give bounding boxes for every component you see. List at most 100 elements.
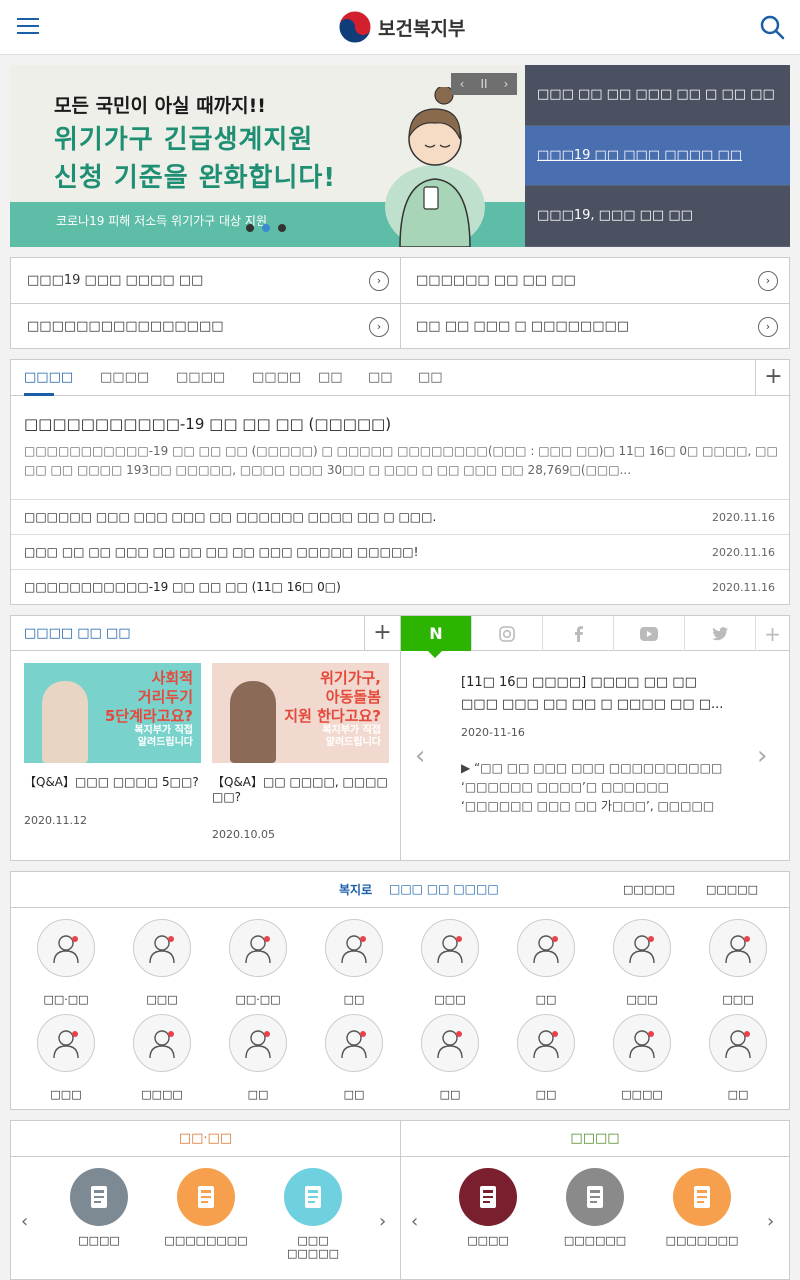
education-icon bbox=[229, 1014, 287, 1072]
sns-next-button[interactable]: › bbox=[757, 741, 767, 771]
welfare-category[interactable]: □□□□ bbox=[114, 1014, 210, 1101]
phone-icon bbox=[177, 1168, 235, 1226]
welfare-category-label: □□ bbox=[343, 1088, 365, 1101]
welfare-category-label: □□□ bbox=[722, 993, 754, 1006]
twitter-icon bbox=[712, 626, 728, 640]
thumbnail-caption: 위기가구, 아동돌봄 지원 한다고요? bbox=[284, 669, 381, 725]
news-row-title: □□□□□□ □□□ □□□ □□□ □□ □□□□□□ □□□□ □□ □ □… bbox=[24, 510, 437, 524]
video-card[interactable]: 위기가구, 아동돌봄 지원 한다고요? 복지부가 직접 알려드립니다 【Q&A】… bbox=[212, 663, 389, 841]
welfare-link[interactable]: □□□□□ bbox=[623, 883, 675, 896]
site-logo[interactable]: 보건복지부 bbox=[338, 9, 465, 45]
news-row[interactable]: □□□ □□ □□ □□□ □□ □□ □□ □□ □□□ □□□□□ □□□□… bbox=[11, 534, 789, 569]
menu-icon[interactable] bbox=[17, 16, 39, 36]
news-row[interactable]: □□□□□□□□□□□-19 □□ □□ □□ (11□ 16□ 0□) 202… bbox=[11, 569, 789, 604]
tab-news-0[interactable]: □□□□ bbox=[24, 370, 73, 385]
left-panel-next[interactable]: › bbox=[379, 1211, 386, 1232]
tab-news-5[interactable]: □□ bbox=[368, 370, 393, 385]
news-more-button[interactable]: + bbox=[755, 360, 791, 395]
video-date: 2020.10.05 bbox=[212, 828, 275, 841]
service-item[interactable]: □□□□ bbox=[49, 1168, 149, 1247]
welfare-category[interactable]: □□ bbox=[498, 1014, 594, 1101]
tab-instagram[interactable] bbox=[472, 616, 543, 651]
right-panel-prev[interactable]: ‹ bbox=[411, 1211, 418, 1232]
quick-link[interactable]: □□□□□□□□□□□□□□□□ › bbox=[11, 304, 401, 349]
youth-icon bbox=[325, 919, 383, 977]
tab-news-3[interactable]: □□□□ bbox=[252, 370, 301, 385]
welfare-category[interactable]: □□□ bbox=[594, 919, 690, 1006]
video-date: 2020.11.12 bbox=[24, 814, 87, 827]
sns-prev-button[interactable]: ‹ bbox=[415, 741, 425, 771]
finance-icon bbox=[613, 1014, 671, 1072]
left-panel-prev[interactable]: ‹ bbox=[21, 1211, 28, 1232]
welfare-category[interactable]: □□ bbox=[306, 919, 402, 1006]
banner-next-button[interactable]: › bbox=[495, 73, 517, 95]
tab-twitter[interactable] bbox=[685, 616, 756, 651]
featured-news-title[interactable]: □□□□□□□□□□□-19 □□ □□ □□ (□□□□□) bbox=[24, 415, 391, 433]
quick-link[interactable]: □□□19 □□□ □□□□ □□ › bbox=[11, 258, 401, 303]
news-row[interactable]: □□□□□□ □□□ □□□ □□□ □□ □□□□□□ □□□□ □□ □ □… bbox=[11, 499, 789, 534]
video-more-button[interactable]: + bbox=[364, 616, 400, 651]
service-item[interactable]: □□□ □□□□□ bbox=[263, 1168, 363, 1260]
banner-prev-button[interactable]: ‹ bbox=[451, 73, 473, 95]
quick-link[interactable]: □□□□□□ □□ □□ □□ › bbox=[400, 258, 790, 303]
tab-youtube[interactable] bbox=[614, 616, 685, 651]
welfare-category[interactable]: □□·□□ bbox=[210, 919, 306, 1006]
hero-list-item[interactable]: □□□19, □□□ □□ □□ bbox=[525, 186, 790, 247]
featured-news-desc[interactable]: □□□□□□□□□□□-19 □□ □□ □□ (□□□□□) □ □□□□□ … bbox=[24, 442, 780, 482]
welfare-category[interactable]: □□ bbox=[306, 1014, 402, 1101]
welfare-category[interactable]: □□□ bbox=[690, 919, 786, 1006]
banner-dot[interactable] bbox=[246, 224, 254, 232]
welfare-category-label: □□ bbox=[535, 1088, 557, 1101]
welfare-category[interactable]: □□·□□ bbox=[18, 919, 114, 1006]
video-card[interactable]: 사회적 거리두기 5단계라고요? 복지부가 직접 알려드립니다 【Q&A】□□□… bbox=[24, 663, 201, 827]
welfare-category[interactable]: □□□ bbox=[18, 1014, 114, 1101]
medicine-icon bbox=[566, 1168, 624, 1226]
youtube-icon bbox=[640, 626, 658, 641]
welfare-title: □□□ □□ □□□□ bbox=[389, 882, 499, 896]
service-item[interactable]: □□□□□□□ bbox=[652, 1168, 752, 1247]
video-thumbnail[interactable]: 사회적 거리두기 5단계라고요? 복지부가 직접 알려드립니다 bbox=[24, 663, 201, 763]
quick-link-label: □□□19 □□□ □□□□ □□ bbox=[27, 273, 204, 288]
video-section: □□□□ □□ □□ + 사회적 거리두기 5단계라고요? 복지부가 직접 알려… bbox=[10, 615, 401, 861]
tab-news-1[interactable]: □□□□ bbox=[100, 370, 149, 385]
left-panel-heading: □□·□□ bbox=[11, 1121, 400, 1157]
welfare-category[interactable]: □□ bbox=[402, 1014, 498, 1101]
tab-news-6[interactable]: □□ bbox=[418, 370, 443, 385]
child-icon bbox=[229, 919, 287, 977]
welfare-category[interactable]: □□□□ bbox=[594, 1014, 690, 1101]
tab-news-2[interactable]: □□□□ bbox=[176, 370, 225, 385]
right-panel-next[interactable]: › bbox=[767, 1211, 774, 1232]
video-title: 【Q&A】□□ □□□□, □□□□ □□? bbox=[212, 775, 388, 804]
welfare-category[interactable]: □□ bbox=[690, 1014, 786, 1101]
welfare-category[interactable]: □□□ bbox=[402, 919, 498, 1006]
tab-facebook[interactable] bbox=[543, 616, 614, 651]
quick-link-label: □□□□□□□□□□□□□□□□ bbox=[27, 319, 224, 334]
banner-dot-active[interactable] bbox=[262, 224, 270, 232]
welfare-category-label: □□ bbox=[439, 1088, 461, 1101]
search-icon[interactable] bbox=[759, 14, 785, 40]
tab-naver-blog[interactable]: N bbox=[401, 616, 472, 651]
welfare-category[interactable]: □□□ bbox=[114, 919, 210, 1006]
service-item[interactable]: □□□□□□ bbox=[545, 1168, 645, 1247]
video-thumbnail[interactable]: 위기가구, 아동돌봄 지원 한다고요? 복지부가 직접 알려드립니다 bbox=[212, 663, 389, 763]
service-item[interactable]: □□□□□□□□ bbox=[156, 1168, 256, 1247]
hero-list-item-active[interactable]: □□□19 □□ □□□ □□□□ □□ bbox=[525, 125, 790, 187]
banner-line-2: 위기가구 긴급생계지원 bbox=[54, 125, 314, 155]
banner-dot[interactable] bbox=[278, 224, 286, 232]
sns-post-title[interactable]: [11□ 16□ □□□□] □□□□ □□ □□ □□□ □□□ □□ □□ … bbox=[461, 672, 733, 716]
bokjiro-logo[interactable]: 복지로 bbox=[339, 881, 372, 898]
disabled-icon bbox=[613, 919, 671, 977]
tab-news-4[interactable]: □□ bbox=[318, 370, 343, 385]
banner-pause-button[interactable]: II bbox=[473, 73, 495, 95]
infant-icon bbox=[133, 919, 191, 977]
banner-line-1: 모든 국민이 아실 때까지!! bbox=[54, 95, 266, 117]
welfare-category[interactable]: □□ bbox=[498, 919, 594, 1006]
sns-post-body[interactable]: ▶ “□□ □□ □□□ □□□ □□□□□□□□□□ ‘□□□□□□ □□□□… bbox=[461, 759, 733, 819]
service-item[interactable]: □□□□ bbox=[438, 1168, 538, 1247]
sns-more-button[interactable]: + bbox=[756, 616, 789, 651]
welfare-category[interactable]: □□ bbox=[210, 1014, 306, 1101]
hero-list-item[interactable]: □□□ □□ □□ □□□ □□ □ □□ □□ bbox=[525, 65, 790, 126]
quick-link[interactable]: □□ □□ □□□ □ □□□□□□□□ › bbox=[400, 304, 790, 349]
welfare-link[interactable]: □□□□□ bbox=[706, 883, 758, 896]
main-banner[interactable]: 모든 국민이 아실 때까지!! 위기가구 긴급생계지원 신청 기준을 완화합니다… bbox=[10, 65, 525, 247]
